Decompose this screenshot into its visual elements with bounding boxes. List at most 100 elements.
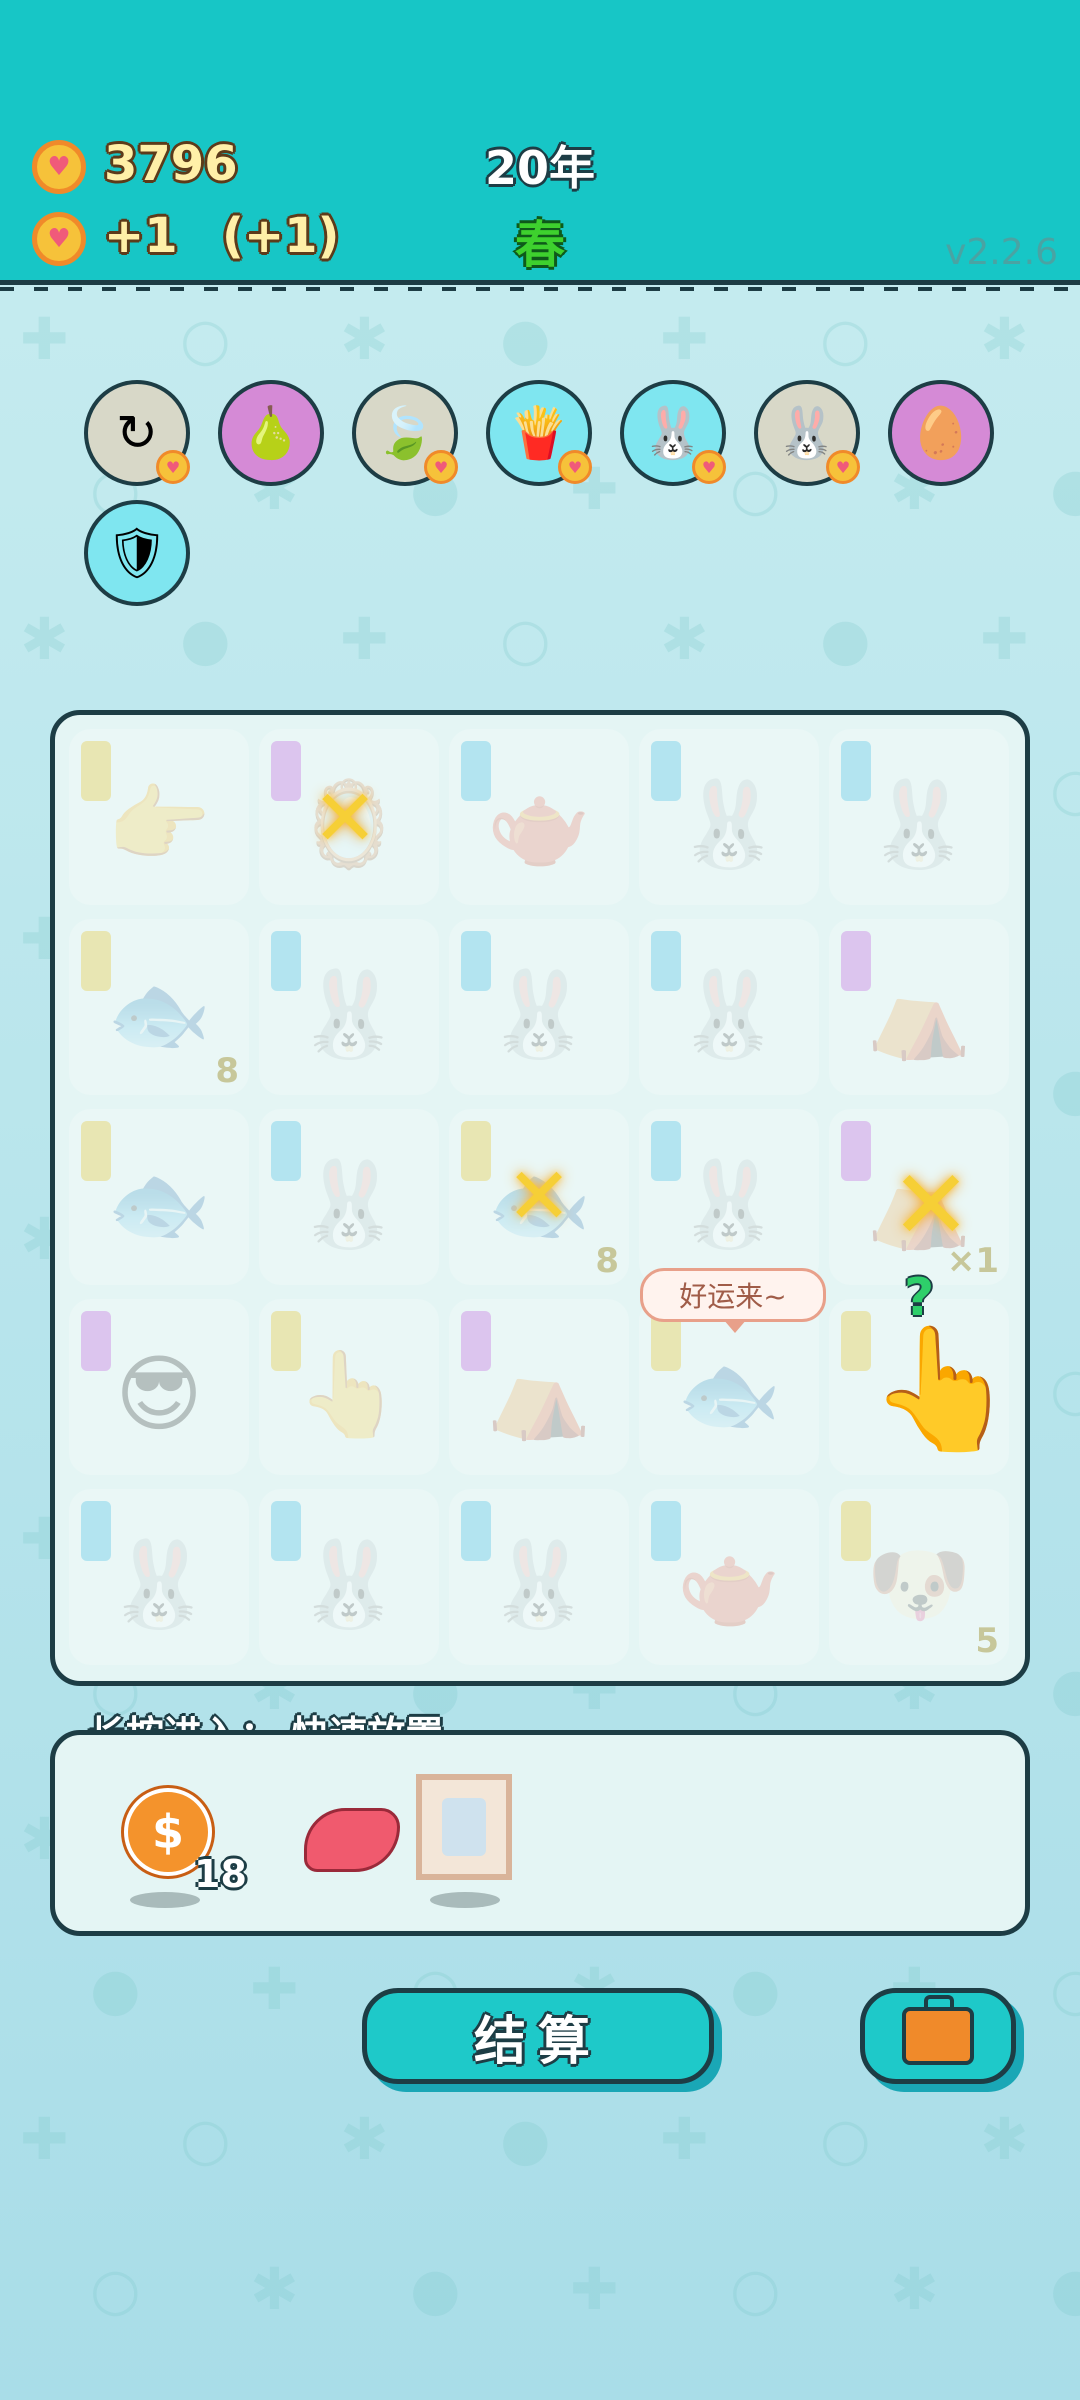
board-slot[interactable]: 🐰 — [449, 1489, 629, 1665]
year-label: 20年 — [484, 141, 595, 195]
income-value: +1 — [104, 208, 178, 264]
item-shadow — [430, 1892, 500, 1908]
pointing-hand-icon: 👆 — [868, 1320, 1018, 1459]
pattern-glyph: ● — [180, 605, 231, 673]
slot-art-icon: 🐟 — [106, 1154, 212, 1253]
pattern-glyph: ● — [1050, 1055, 1080, 1123]
pattern-glyph: ○ — [1050, 1355, 1080, 1423]
board-slot[interactable]: 🐰 — [259, 1489, 439, 1665]
pattern-glyph: ✚ — [980, 605, 1029, 673]
pattern-glyph: ✱ — [20, 605, 69, 673]
settle-button[interactable]: 结算 — [362, 1988, 714, 2084]
pattern-glyph: ✚ — [20, 305, 69, 373]
slot-art-icon: 🐰 — [296, 964, 402, 1063]
pattern-glyph: ● — [820, 605, 871, 673]
pattern-glyph: ● — [500, 2105, 551, 2173]
version-label: v2.2.6 — [945, 232, 1058, 273]
slot-art-icon: 👆 — [296, 1344, 402, 1443]
pattern-glyph: ● — [730, 1955, 781, 2023]
question-mark: ? — [904, 1268, 935, 1328]
coin-count: 18 — [194, 1852, 247, 1896]
pattern-glyph: ● — [500, 305, 551, 373]
mirror-frame-icon[interactable] — [416, 1774, 512, 1880]
speech-bubble: 好运来~ — [640, 1268, 826, 1333]
pattern-glyph: ✱ — [340, 2105, 389, 2173]
removed-mark-icon: ✕ — [506, 1152, 572, 1242]
board-slot[interactable]: 🐶 5 — [829, 1489, 1009, 1665]
slot-count: 8 — [215, 1051, 239, 1091]
pattern-glyph: ● — [1050, 455, 1080, 523]
board-slot[interactable]: 🐰 — [69, 1489, 249, 1665]
slot-art-icon: 🫖 — [486, 774, 592, 873]
pattern-glyph: ● — [90, 1955, 141, 2023]
pattern-glyph: ✱ — [980, 2105, 1029, 2173]
item-shadow — [130, 1892, 200, 1908]
removed-mark-icon: ✕ — [890, 1149, 972, 1261]
slot-count: 5 — [975, 1621, 999, 1661]
pattern-glyph: ✚ — [570, 2255, 619, 2323]
pattern-glyph: ✚ — [340, 605, 389, 673]
pattern-glyph: ✚ — [250, 1955, 299, 2023]
heart-badge-icon: ♥ — [558, 450, 592, 484]
board-slot[interactable]: 🐰 — [639, 919, 819, 1095]
pattern-glyph: ✱ — [250, 2255, 299, 2323]
pattern-glyph: ✱ — [660, 605, 709, 673]
coin-total: 3796 — [104, 136, 238, 192]
item-shield-icon[interactable]: 🛡 — [84, 500, 190, 606]
item-leaf-icon[interactable]: 🍃 ♥ — [352, 380, 458, 486]
board-slot[interactable]: 🐰 — [829, 729, 1009, 905]
board-slot[interactable]: 🐟 — [69, 1109, 249, 1285]
pattern-glyph: ○ — [180, 305, 231, 373]
removed-mark-icon: ✕ — [312, 774, 378, 864]
board-slot[interactable]: 🐰 — [639, 729, 819, 905]
pattern-glyph: ○ — [500, 605, 551, 673]
pattern-glyph: ○ — [730, 2255, 781, 2323]
heart-badge-icon: ♥ — [156, 450, 190, 484]
item-fries-icon[interactable]: 🍟 ♥ — [486, 380, 592, 486]
board-slot[interactable]: 🫖 — [639, 1489, 819, 1665]
board-slot[interactable]: 👆 — [259, 1299, 439, 1475]
slot-art-icon: 🐰 — [486, 1534, 592, 1633]
board-slot[interactable]: 👉 — [69, 729, 249, 905]
board-slot[interactable]: 😎 — [69, 1299, 249, 1475]
slot-art-icon: 🐰 — [486, 964, 592, 1063]
board-slot[interactable]: 🐰 — [639, 1109, 819, 1285]
heart-badge-icon: ♥ — [692, 450, 726, 484]
pattern-glyph: ✚ — [20, 2105, 69, 2173]
board-slot[interactable]: 🐟 8 — [69, 919, 249, 1095]
backpack-button[interactable] — [860, 1988, 1016, 2084]
slot-art-icon: 🫖 — [676, 1534, 782, 1633]
top-bar: ♥ 3796 ♥ +1 (+1) 20年 春 v2.2.6 — [0, 0, 1080, 291]
slot-art-icon: 🐰 — [676, 774, 782, 873]
coin-heart-icon: ♥ — [32, 140, 86, 194]
pattern-glyph: ○ — [1050, 755, 1080, 823]
item-refresh-icon[interactable]: ↻ ♥ — [84, 380, 190, 486]
board-slot[interactable]: 🫖 — [449, 729, 629, 905]
slot-art-icon: 🐰 — [296, 1154, 402, 1253]
slot-art-icon: 🐟 — [676, 1344, 782, 1443]
income-heart-icon: ♥ — [32, 212, 86, 266]
pattern-glyph: ● — [1050, 1655, 1080, 1723]
board-slot[interactable]: ⛺ — [449, 1299, 629, 1475]
slot-art-icon: 😎 — [115, 1345, 203, 1443]
heart-badge-icon: ♥ — [826, 450, 860, 484]
item-rabbit-icon[interactable]: 🐰 ♥ — [754, 380, 860, 486]
slot-art-icon: 👉 — [106, 774, 212, 873]
income-bonus: (+1) — [222, 208, 340, 264]
slot-count: 8 — [595, 1241, 619, 1281]
item-rabbit-icon[interactable]: 🐰 ♥ — [620, 380, 726, 486]
board-slot[interactable]: 🐰 — [449, 919, 629, 1095]
pattern-glyph: ● — [410, 2255, 461, 2323]
pattern-glyph: ○ — [1050, 1955, 1080, 2023]
item-egg-icon[interactable]: 🥚 — [888, 380, 994, 486]
pattern-glyph: ✱ — [340, 305, 389, 373]
board-slot[interactable]: 🐰 — [259, 919, 439, 1095]
board-slot[interactable]: ⛺ — [829, 919, 1009, 1095]
item-pomelo-icon[interactable]: 🍐 — [218, 380, 324, 486]
pattern-glyph: ○ — [90, 2255, 141, 2323]
pattern-glyph: ○ — [820, 2105, 871, 2173]
season-label: 春 — [515, 216, 565, 274]
slot-art-icon: 🐰 — [676, 1154, 782, 1253]
board-slot[interactable]: 🐰 — [259, 1109, 439, 1285]
pattern-glyph: ✚ — [660, 305, 709, 373]
